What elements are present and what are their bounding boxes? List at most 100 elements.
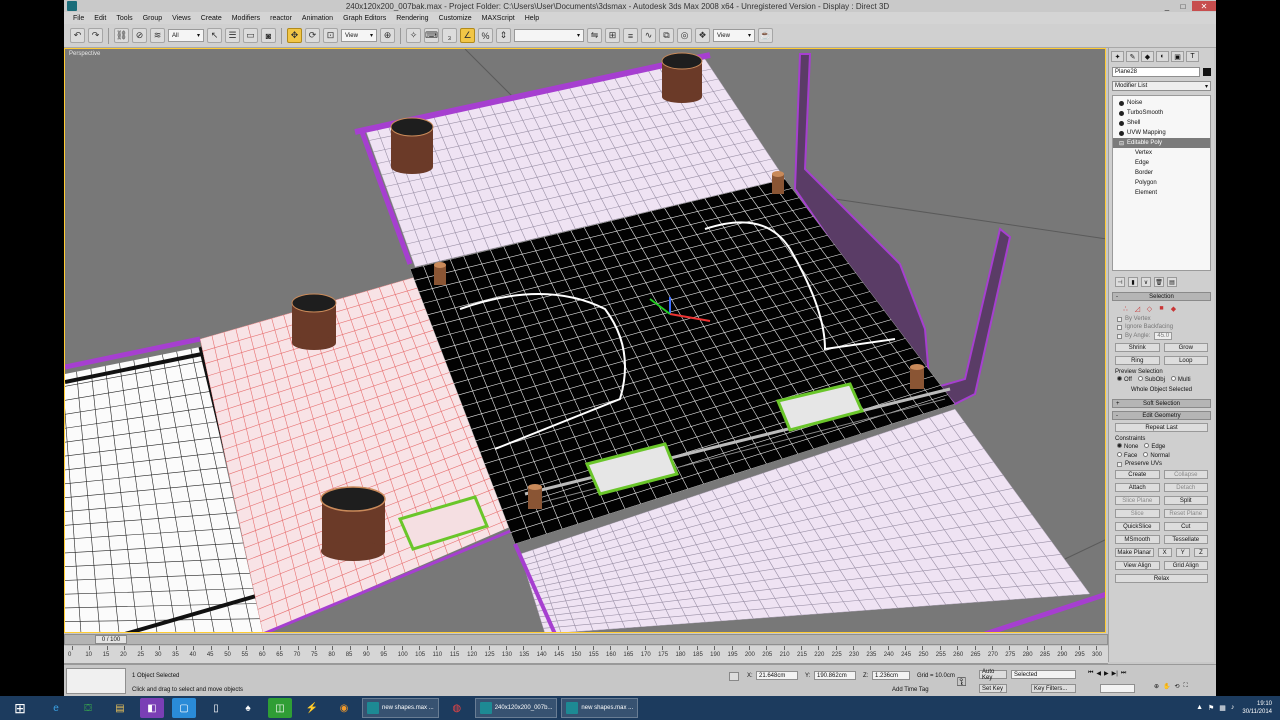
grid-align-button[interactable]: Grid Align bbox=[1163, 561, 1208, 570]
time-slider-thumb[interactable]: 0 / 100 bbox=[95, 635, 127, 644]
unlink-icon[interactable]: ⊘ bbox=[132, 28, 147, 43]
loop-button[interactable]: Loop bbox=[1163, 356, 1208, 365]
rect-selection-icon[interactable]: ▭ bbox=[243, 28, 258, 43]
key-filters-button[interactable]: Key Filters... bbox=[1031, 684, 1076, 693]
slice-button[interactable]: Slice bbox=[1115, 509, 1160, 518]
menu-graph-editors[interactable]: Graph Editors bbox=[338, 15, 391, 22]
keyboard-shortcut-icon[interactable]: ⌨ bbox=[424, 28, 439, 43]
detach-button[interactable]: Detach bbox=[1163, 483, 1208, 492]
3dsmax-app-icon[interactable] bbox=[67, 1, 77, 11]
stack-item-editable-poly[interactable]: ⊟ Editable Poly bbox=[1113, 138, 1210, 148]
start-button[interactable]: ⊞ bbox=[0, 696, 40, 720]
motion-tab-icon[interactable]: ◐ bbox=[1156, 51, 1169, 62]
create-tab-icon[interactable]: ✦ bbox=[1111, 51, 1124, 62]
menu-animation[interactable]: Animation bbox=[297, 15, 338, 22]
display-tab-icon[interactable]: ▣ bbox=[1171, 51, 1184, 62]
modifier-list-dropdown[interactable]: Modifier List ▾ bbox=[1112, 81, 1211, 91]
menu-customize[interactable]: Customize bbox=[434, 15, 477, 22]
by-vertex-checkbox[interactable]: By Vertex bbox=[1109, 315, 1214, 323]
menu-reactor[interactable]: reactor bbox=[265, 15, 297, 22]
slice-plane-button[interactable]: Slice Plane bbox=[1115, 496, 1160, 505]
goto-start-icon[interactable]: ⏮ bbox=[1088, 670, 1093, 677]
goto-end-icon[interactable]: ⏭ bbox=[1121, 670, 1126, 677]
lightbulb-icon[interactable] bbox=[1119, 100, 1124, 106]
add-time-tag-button[interactable]: Add Time Tag bbox=[892, 687, 929, 693]
orbit-icon[interactable]: ⟲ bbox=[1175, 683, 1180, 690]
task-240x120[interactable]: 240x120x200_007b... bbox=[474, 698, 558, 718]
key-icon[interactable]: ⚿ bbox=[957, 675, 966, 690]
viewport-scene[interactable] bbox=[65, 49, 1106, 633]
small-peg[interactable] bbox=[434, 262, 446, 285]
stack-item-element[interactable]: Element bbox=[1113, 188, 1210, 198]
curve-editor-icon[interactable]: ∿ bbox=[641, 28, 656, 43]
remove-modifier-icon[interactable]: 🗑 bbox=[1154, 277, 1164, 287]
task-new-shapes-1[interactable]: new shapes.max ... bbox=[362, 698, 439, 718]
app-blue-icon[interactable]: ▢ bbox=[172, 698, 196, 718]
menu-rendering[interactable]: Rendering bbox=[391, 15, 433, 22]
menu-create[interactable]: Create bbox=[196, 15, 227, 22]
spinner-snap-icon[interactable]: ⇕ bbox=[496, 28, 511, 43]
cylinder-leg[interactable] bbox=[390, 117, 434, 174]
small-peg[interactable] bbox=[528, 484, 542, 509]
preview-multi-radio[interactable]: Multi bbox=[1170, 376, 1191, 383]
pan-icon[interactable]: ✋ bbox=[1163, 683, 1170, 690]
collapse-button[interactable]: Collapse bbox=[1163, 470, 1208, 479]
onenote-icon[interactable]: ◧ bbox=[140, 698, 164, 718]
create-button[interactable]: Create bbox=[1115, 470, 1160, 479]
cylinder-leg[interactable] bbox=[291, 293, 337, 350]
lock-selection-icon[interactable] bbox=[729, 672, 739, 681]
quickslice-button[interactable]: QuickSlice bbox=[1115, 522, 1160, 531]
move-icon[interactable]: ✥ bbox=[287, 28, 302, 43]
repeat-last-button[interactable]: Repeat Last bbox=[1115, 423, 1208, 432]
stack-item-noise[interactable]: Noise bbox=[1113, 98, 1210, 108]
track-bar[interactable]: 0 10 15 20 25 30 35 40 45 50 55 60 65 70 75 80 85 90 95 100… bbox=[64, 646, 1108, 664]
window-crossing-icon[interactable]: ◙ bbox=[261, 28, 276, 43]
lightbulb-icon[interactable] bbox=[1119, 120, 1124, 126]
ref-coord-dropdown[interactable]: View ▾ bbox=[341, 29, 377, 42]
stack-item-border[interactable]: Border bbox=[1113, 168, 1210, 178]
auto-key-button[interactable]: Auto Key bbox=[979, 669, 1007, 681]
stack-item-edge[interactable]: Edge bbox=[1113, 158, 1210, 168]
close-button[interactable]: ✕ bbox=[1192, 1, 1216, 11]
selection-rollout[interactable]: - Selection bbox=[1112, 292, 1211, 301]
element-icon[interactable]: ◆ bbox=[1169, 304, 1178, 313]
make-unique-icon[interactable]: ∨ bbox=[1141, 277, 1151, 287]
maximize-button[interactable]: □ bbox=[1176, 1, 1190, 11]
ie-icon[interactable]: e bbox=[44, 698, 68, 718]
stack-item-uvw-mapping[interactable]: UVW Mapping bbox=[1113, 128, 1210, 138]
hierarchy-tab-icon[interactable]: ◆ bbox=[1141, 51, 1154, 62]
stack-item-turbosmooth[interactable]: TurboSmooth bbox=[1113, 108, 1210, 118]
attach-button[interactable]: Attach bbox=[1115, 483, 1160, 492]
stack-item-shell[interactable]: Shell bbox=[1113, 118, 1210, 128]
constraint-normal-radio[interactable]: Normal bbox=[1143, 452, 1170, 459]
selection-filter-dropdown[interactable]: All ▾ bbox=[168, 29, 204, 42]
manipulate-icon[interactable]: ✧ bbox=[406, 28, 421, 43]
menu-help[interactable]: Help bbox=[520, 15, 544, 22]
blender-icon[interactable]: ◉ bbox=[332, 698, 356, 718]
percent-snap-icon[interactable]: % bbox=[478, 28, 493, 43]
current-frame-field[interactable] bbox=[1100, 684, 1135, 693]
shrink-button[interactable]: Shrink bbox=[1115, 343, 1160, 352]
planar-z-button[interactable]: Z bbox=[1193, 548, 1209, 557]
flag-icon[interactable]: ⚑ bbox=[1208, 704, 1214, 712]
minimize-button[interactable]: _ bbox=[1160, 1, 1174, 11]
tray-arrow-icon[interactable]: ▲ bbox=[1196, 704, 1203, 712]
align-icon[interactable]: ⊞ bbox=[605, 28, 620, 43]
lightbulb-icon[interactable] bbox=[1119, 110, 1124, 116]
expand-minus-icon[interactable]: ⊟ bbox=[1119, 140, 1124, 147]
mirror-icon[interactable]: ⇋ bbox=[587, 28, 602, 43]
pivot-icon[interactable]: ⊕ bbox=[380, 28, 395, 43]
task-new-shapes-2[interactable]: new shapes.max ... bbox=[561, 698, 639, 718]
zoom-icon[interactable]: ⊕ bbox=[1154, 683, 1159, 690]
undo-icon[interactable]: ↶ bbox=[70, 28, 85, 43]
link-icon[interactable]: ⛓ bbox=[114, 28, 129, 43]
inkscape-icon[interactable]: ♠ bbox=[236, 698, 260, 718]
document-icon[interactable]: ▯ bbox=[204, 698, 228, 718]
named-selection-dropdown[interactable]: ▾ bbox=[514, 29, 584, 42]
split-checkbox[interactable]: Split bbox=[1163, 496, 1208, 505]
prev-frame-icon[interactable]: ◀ bbox=[1096, 670, 1101, 677]
edge-icon[interactable]: ◿ bbox=[1133, 304, 1142, 313]
set-key-button[interactable]: Set Key bbox=[979, 684, 1007, 693]
menu-file[interactable]: File bbox=[68, 15, 89, 22]
make-planar-button[interactable]: Make Planar bbox=[1115, 548, 1154, 557]
